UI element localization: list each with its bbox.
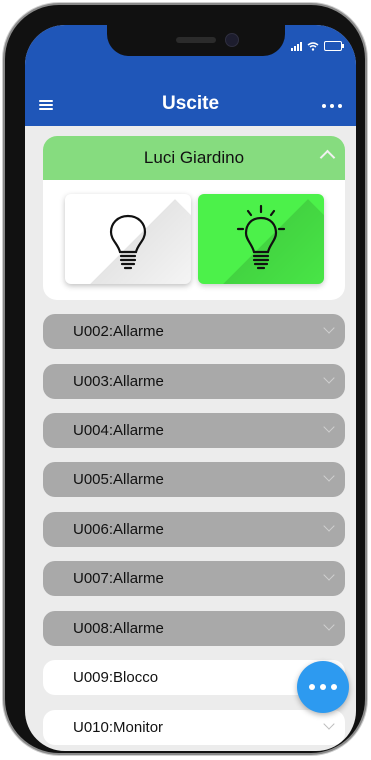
camera	[225, 33, 239, 47]
wifi-icon	[307, 41, 319, 51]
output-label: U009:Blocco	[73, 669, 159, 686]
output-row-u010[interactable]: U010:Monitor	[43, 710, 345, 745]
light-off-button[interactable]	[65, 194, 191, 284]
bulb-on-icon	[236, 204, 286, 270]
notch	[107, 25, 285, 56]
chevron-down-icon[interactable]	[323, 569, 335, 581]
fab-dot	[320, 684, 326, 690]
battery-icon	[324, 41, 344, 51]
speaker	[176, 37, 216, 43]
output-row-u008[interactable]: U008:Allarme	[43, 611, 345, 646]
output-label: U003:Allarme	[73, 373, 164, 390]
outputs-list: Luci Giardino U002:Allarme U003:Allarme …	[25, 126, 356, 751]
more-icon[interactable]	[322, 104, 342, 108]
output-row-u003[interactable]: U003:Allarme	[43, 364, 345, 399]
chevron-down-icon[interactable]	[323, 470, 335, 482]
app-header: Uscite	[25, 25, 356, 126]
output-row-u004[interactable]: U004:Allarme	[43, 413, 345, 448]
output-label: U005:Allarme	[73, 471, 164, 488]
output-label: U004:Allarme	[73, 422, 164, 439]
output-row-u002[interactable]: U002:Allarme	[43, 314, 345, 349]
light-on-button[interactable]	[198, 194, 324, 284]
output-label: U008:Allarme	[73, 620, 164, 637]
signal-icon	[291, 41, 302, 51]
page-title: Uscite	[161, 93, 220, 114]
fab-more-button[interactable]	[297, 661, 349, 713]
chevron-down-icon[interactable]	[323, 322, 335, 334]
output-label: U006:Allarme	[73, 521, 164, 538]
output-label: U010:Monitor	[73, 719, 164, 736]
fab-dot	[331, 684, 337, 690]
chevron-down-icon[interactable]	[323, 520, 335, 532]
output-label: U007:Allarme	[73, 570, 164, 587]
status-bar-icons	[291, 41, 344, 51]
fab-dot	[309, 684, 315, 690]
bulb-off-icon	[109, 214, 147, 270]
chevron-down-icon[interactable]	[323, 421, 335, 433]
output-row-u005[interactable]: U005:Allarme	[43, 462, 345, 497]
chevron-down-icon[interactable]	[323, 619, 335, 631]
output-row-u006[interactable]: U006:Allarme	[43, 512, 345, 547]
screen: Uscite Luci Giardino U002:Allarme U003:A…	[25, 25, 356, 751]
light-card: Luci Giardino	[43, 136, 345, 300]
light-card-title: Luci Giardino	[143, 148, 245, 167]
output-row-u007[interactable]: U007:Allarme	[43, 561, 345, 596]
output-label: U002:Allarme	[73, 323, 164, 340]
chevron-down-icon[interactable]	[323, 718, 335, 730]
light-card-header[interactable]: Luci Giardino	[43, 136, 345, 180]
phone-frame: Uscite Luci Giardino U002:Allarme U003:A…	[5, 5, 365, 753]
chevron-down-icon[interactable]	[323, 372, 335, 384]
